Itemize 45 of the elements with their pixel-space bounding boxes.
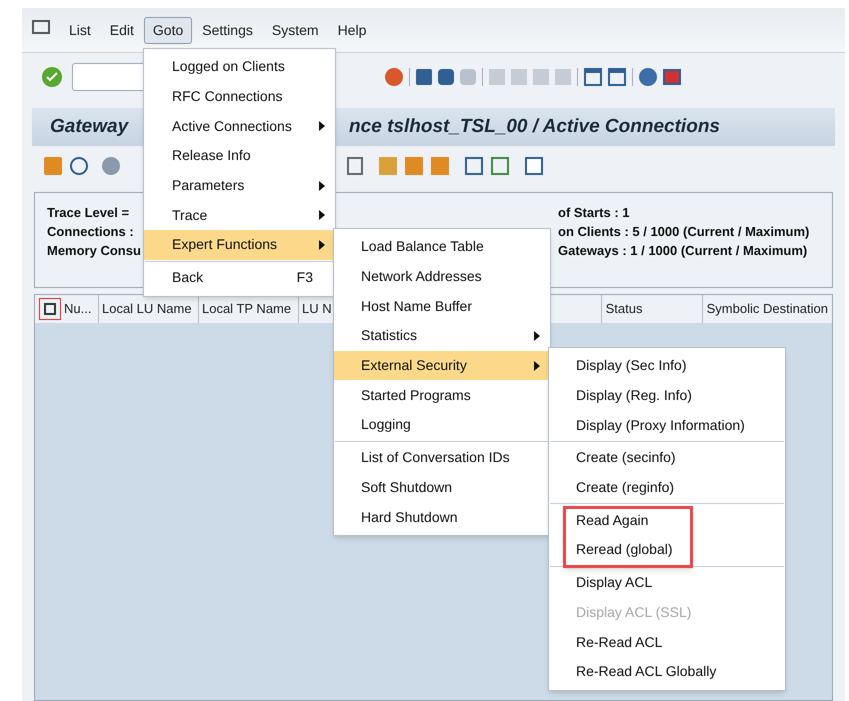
menu-item[interactable]: Host Name Buffer	[334, 291, 550, 322]
menu-item[interactable]: Expert Functions	[144, 230, 335, 260]
menu-item[interactable]: Re-Read ACL	[549, 627, 785, 657]
info-label: Memory Consu	[47, 242, 141, 260]
menu-item[interactable]: Display (Proxy Information)	[549, 410, 785, 440]
menu-item[interactable]: Create (secinfo)	[549, 443, 785, 473]
info-label: Gateways : 1 / 1000 (Current / Maximum)	[558, 242, 808, 260]
column-header[interactable]: Nu...	[60, 295, 99, 323]
menu-item[interactable]: List of Conversation IDs	[334, 442, 550, 472]
menu-item[interactable]: RFC Connections	[144, 82, 335, 112]
menu-item[interactable]: Help	[328, 16, 376, 44]
menu-item[interactable]: Network Addresses	[334, 262, 550, 292]
menu-item[interactable]: Logging	[334, 410, 550, 440]
menu-item[interactable]: Hard Shutdown	[334, 502, 550, 532]
column-header[interactable]: Status	[600, 295, 702, 323]
menu-item[interactable]: Logged on Clients	[144, 52, 335, 82]
menu-item[interactable]: Soft Shutdown	[334, 472, 550, 502]
menu-item[interactable]: Display ACL	[549, 568, 785, 598]
menu-item[interactable]: System	[262, 16, 328, 44]
menu-item[interactable]: Create (reginfo)	[549, 472, 785, 502]
screen-title: nce tslhost_TSL_00 / Active Connections	[349, 114, 720, 139]
menu-item[interactable]: Load Balance Table	[334, 232, 550, 262]
menu-item[interactable]: Active Connections	[144, 111, 335, 142]
menu-item[interactable]: External Security	[334, 350, 550, 380]
shortcut-label: F3	[296, 268, 313, 288]
menu-item[interactable]: Settings	[193, 16, 262, 44]
menu-item[interactable]: Read Again	[549, 505, 785, 536]
menu-item[interactable]: Parameters	[144, 170, 335, 200]
menu-item[interactable]: Display (Reg. Info)	[549, 380, 785, 410]
menu-item[interactable]: Goto	[144, 16, 192, 44]
info-label: Trace Level =	[47, 204, 130, 222]
menu-item[interactable]: Trace	[144, 200, 335, 230]
screen-title: Gateway	[50, 114, 128, 139]
info-label: on Clients : 5 / 1000 (Current / Maximum)	[558, 223, 810, 241]
menu-item[interactable]: Started Programs	[334, 380, 550, 410]
menu-item[interactable]: Display (Sec Info)	[549, 351, 785, 381]
menu-item[interactable]: Statistics	[334, 321, 550, 351]
info-label: of Starts : 1	[558, 204, 630, 222]
menu-item[interactable]: Re-Read ACL Globally	[549, 656, 785, 687]
menu-item[interactable]: Back F3	[144, 262, 335, 292]
menu-item[interactable]: Release Info	[144, 141, 335, 171]
menu-item[interactable]: List	[60, 16, 100, 44]
column-header[interactable]: Symbolic Destination	[702, 295, 832, 323]
menu-item[interactable]: Edit	[100, 16, 143, 44]
info-label: Connections :	[47, 223, 134, 241]
